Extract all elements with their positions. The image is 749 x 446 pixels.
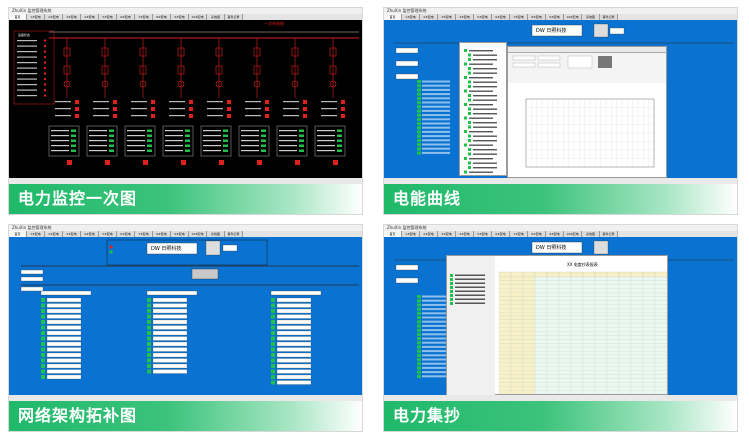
card-meter-reading[interactable]: ZhuXin 监控管理系统 首页 1#配电 2#配电 3#配电 4#配电 5#配电 6#配电… bbox=[383, 224, 738, 432]
company-logo-text: DW 日照科技 bbox=[536, 245, 567, 251]
report-title: XX 电度抄表报表 bbox=[567, 262, 598, 267]
tree-panel[interactable] bbox=[459, 42, 507, 176]
legend-title: 设备状态 bbox=[18, 33, 31, 37]
topology-diagram bbox=[20, 239, 359, 385]
card-power-monitoring[interactable]: ZhuXin 监控管理系统 首页 1#配电 2#配电 3#配电 4#配电 5#配电 6#配电… bbox=[8, 7, 363, 215]
screenshot-energy-curve: ZhuXin 监控管理系统 首页 1#配电 2#配电 3#配电 4#配电 5#配电 6#配电… bbox=[384, 8, 737, 184]
card-caption: 电力集抄 bbox=[384, 401, 737, 431]
card-caption: 电力监控一次图 bbox=[9, 184, 362, 214]
card-caption: 电能曲线 bbox=[384, 184, 737, 214]
report-table bbox=[447, 256, 668, 396]
single-line-diagram bbox=[13, 30, 359, 165]
report-window[interactable]: XX 电度抄表报表 bbox=[446, 255, 668, 396]
screenshot-power-monitoring: ZhuXin 监控管理系统 首页 1#配电 2#配电 3#配电 4#配电 5#配电 6#配电… bbox=[9, 8, 362, 184]
company-logo-text: DW 日照科技 bbox=[151, 246, 182, 252]
chart-panel bbox=[507, 46, 667, 178]
card-energy-curve[interactable]: ZhuXin 监控管理系统 首页 1#配电 2#配电 3#配电 4#配电 5#配电 6#配电… bbox=[383, 7, 738, 215]
screenshot-network-topology: ZhuXin 监控管理系统 首页 1#配电 2#配电 3#配电 4#配电 5#配电 6#配电… bbox=[9, 225, 362, 401]
card-caption: 网络架构拓补图 bbox=[9, 401, 362, 431]
company-logo-text: DW 日照科技 bbox=[536, 28, 567, 34]
screenshot-meter-reading: ZhuXin 监控管理系统 首页 1#配电 2#配电 3#配电 4#配电 5#配电 6#配电… bbox=[384, 225, 737, 401]
energy-chart bbox=[508, 53, 666, 168]
card-network-topology[interactable]: ZhuXin 监控管理系统 首页 1#配电 2#配电 3#配电 4#配电 5#配电 6#配电… bbox=[8, 224, 363, 432]
